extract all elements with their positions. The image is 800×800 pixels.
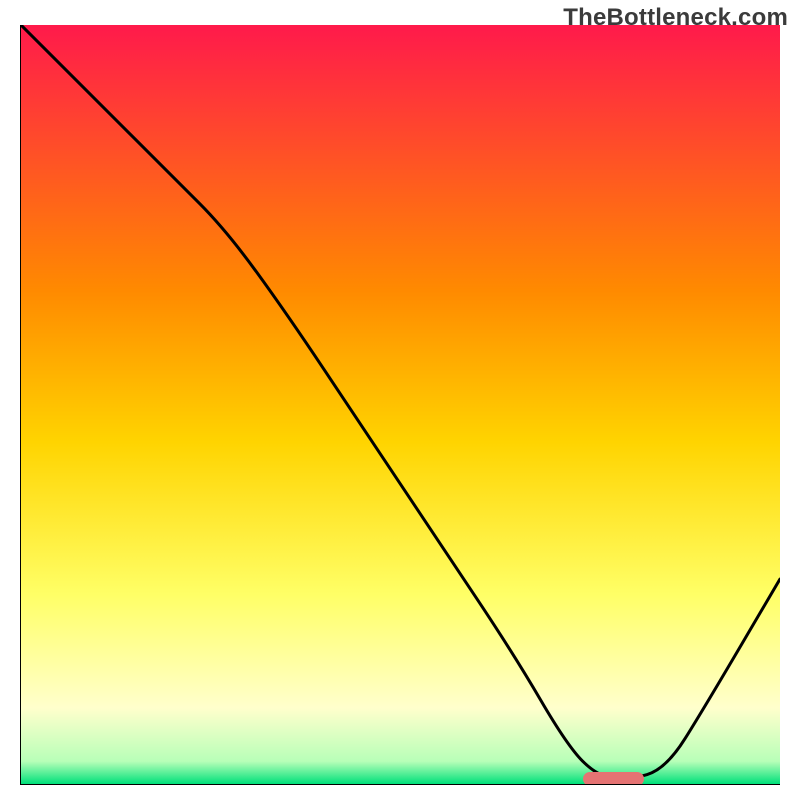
chart-curve [21,25,780,784]
chart-container: TheBottleneck.com [0,0,800,800]
chart-plot-area [20,25,780,785]
watermark-text: TheBottleneck.com [563,4,788,32]
optimal-range-marker [583,772,644,785]
